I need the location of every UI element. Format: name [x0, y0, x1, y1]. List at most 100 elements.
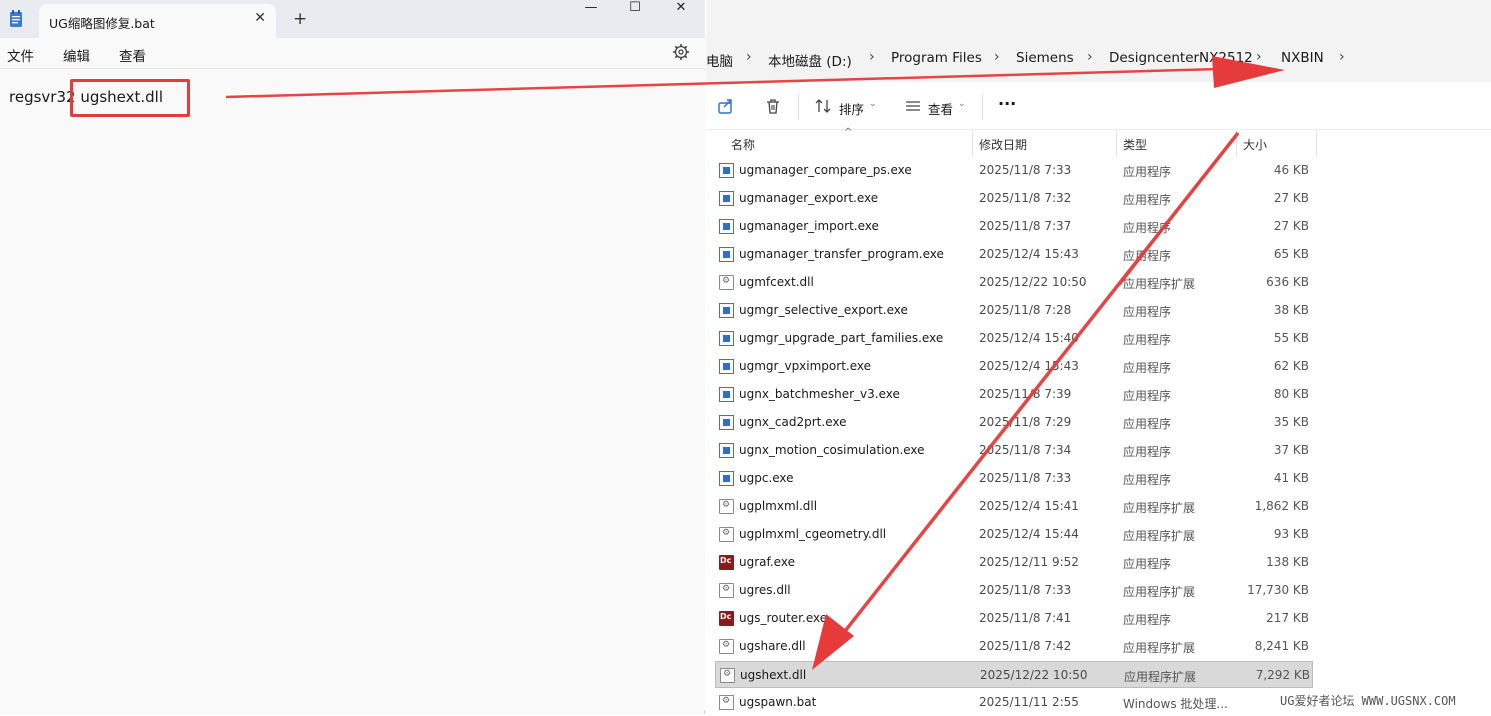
application-file-icon [719, 415, 734, 430]
file-date: 2025/11/8 7:33 [979, 471, 1072, 485]
table-row[interactable]: ugmanager_export.exe 2025/11/8 7:32 应用程序 27… [715, 185, 1313, 212]
annotation-highlight-box [70, 79, 190, 117]
file-date: 2025/11/11 2:55 [979, 695, 1079, 709]
column-divider[interactable] [972, 130, 973, 157]
file-explorer-window: 电脑 › 本地磁盘 (D:) › Program Files › Siemens… [706, 0, 1491, 714]
file-date: 2025/11/8 7:29 [979, 415, 1072, 429]
table-row[interactable]: ugnx_motion_cosimulation.exe 2025/11/8 7:… [715, 437, 1313, 464]
chevron-right-icon[interactable]: › [1087, 49, 1093, 65]
column-date[interactable]: 修改日期 [979, 136, 1027, 153]
watermark-text: UG爱好者论坛 WWW.UGSNX.COM [1280, 694, 1456, 708]
table-row[interactable]: ugnx_cad2prt.exe 2025/11/8 7:29 应用程序 35 KB [715, 409, 1313, 436]
file-type: 应用程序扩展 [1123, 585, 1196, 599]
chevron-right-icon[interactable]: › [746, 49, 752, 65]
table-row[interactable]: ugnx_batchmesher_v3.exe 2025/11/8 7:39 应用程… [715, 381, 1313, 408]
menu-file[interactable]: 文件 [7, 45, 34, 65]
breadcrumb: 电脑 › 本地磁盘 (D:) › Program Files › Siemens… [706, 38, 1491, 82]
explorer-toolbar: 排序 ⌄ 查看 ⌄ ··· [706, 82, 1491, 130]
file-type: 应用程序扩展 [1124, 670, 1197, 684]
more-options-button[interactable]: ··· [998, 94, 1016, 113]
file-date: 2025/11/8 7:39 [979, 387, 1072, 401]
file-type: Windows 批处理... [1123, 697, 1228, 711]
file-size: 65 KB [1273, 247, 1309, 261]
application-file-icon [719, 359, 734, 374]
table-row[interactable]: ugshext.dll 2025/12/22 10:50 应用程序扩展 7,292 K… [715, 661, 1313, 688]
file-size: 27 KB [1273, 219, 1309, 233]
column-divider[interactable] [1116, 130, 1117, 157]
chevron-right-icon[interactable]: › [1256, 49, 1262, 65]
file-date: 2025/12/22 10:50 [979, 275, 1087, 289]
file-date: 2025/12/11 9:52 [979, 555, 1079, 569]
chevron-down-icon[interactable]: ⌄ [869, 99, 877, 109]
maximize-icon[interactable]: ☐ [612, 0, 658, 20]
breadcrumb-nxbin[interactable]: NXBIN [1281, 50, 1324, 66]
file-type: 应用程序 [1123, 193, 1172, 207]
share-icon[interactable] [717, 97, 735, 115]
table-row[interactable]: ugmanager_transfer_program.exe 2025/12/4 … [715, 241, 1313, 268]
table-row[interactable]: ugraf.exe 2025/12/11 9:52 应用程序 138 KB [715, 549, 1313, 576]
breadcrumb-this-pc[interactable]: 电脑 [706, 50, 733, 70]
application-file-icon [719, 247, 734, 262]
column-type[interactable]: 类型 [1123, 136, 1147, 153]
table-row[interactable]: ugmanager_import.exe 2025/11/8 7:37 应用程序 27… [715, 213, 1313, 240]
chevron-down-icon[interactable]: ⌄ [958, 99, 966, 109]
file-name: ugmfcext.dll [739, 275, 814, 289]
column-size[interactable]: 大小 [1243, 136, 1267, 153]
minimize-icon[interactable]: — [568, 0, 614, 20]
table-row[interactable]: ugmanager_compare_ps.exe 2025/11/8 7:33 应用… [715, 157, 1313, 184]
file-name: ugmanager_export.exe [739, 191, 879, 205]
text-editor[interactable]: regsvr32 ugshext.dll [0, 70, 705, 710]
delete-icon[interactable] [764, 97, 782, 115]
breadcrumb-designcenter[interactable]: DesigncenterNX2512 [1109, 50, 1253, 66]
file-name: ugplmxml.dll [739, 499, 818, 513]
chevron-right-icon[interactable]: › [1339, 49, 1345, 65]
sort-icon[interactable] [814, 97, 832, 115]
column-name[interactable]: 名称 [731, 136, 755, 153]
view-button[interactable]: 查看 [928, 99, 953, 118]
breadcrumb-siemens[interactable]: Siemens [1016, 50, 1074, 66]
table-row[interactable]: ugmgr_vpximport.exe 2025/12/4 15:43 应用程序 62… [715, 353, 1313, 380]
toolbar-divider [982, 94, 983, 120]
tab-document[interactable]: UG缩略图修复.bat ✕ [39, 4, 276, 38]
table-row[interactable]: ugmgr_upgrade_part_families.exe 2025/12/4… [715, 325, 1313, 352]
chevron-right-icon[interactable]: › [994, 49, 1000, 65]
table-row[interactable]: ugpc.exe 2025/11/8 7:33 应用程序 41 KB [715, 465, 1313, 492]
close-icon[interactable]: ✕ [254, 10, 266, 26]
table-row[interactable]: ugres.dll 2025/11/8 7:33 应用程序扩展 17,730 KB [715, 577, 1313, 604]
sort-button[interactable]: 排序 [839, 99, 864, 118]
view-icon[interactable] [904, 97, 922, 115]
application-file-icon [719, 471, 734, 486]
file-date: 2025/12/4 15:43 [979, 247, 1079, 261]
application-file-icon [719, 443, 734, 458]
file-size: 38 KB [1273, 303, 1309, 317]
plus-icon[interactable]: + [293, 9, 307, 29]
file-type: 应用程序 [1123, 333, 1172, 347]
dll-file-icon [719, 527, 734, 542]
column-divider[interactable] [1316, 130, 1317, 157]
window-close-icon[interactable]: ✕ [658, 0, 704, 20]
dll-file-icon [720, 668, 735, 683]
table-row[interactable]: ugplmxml.dll 2025/12/4 15:41 应用程序扩展 1,862 K… [715, 493, 1313, 520]
chevron-right-icon[interactable]: › [869, 49, 875, 65]
dll-file-icon [719, 639, 734, 654]
table-row[interactable]: ugmfcext.dll 2025/12/22 10:50 应用程序扩展 636 KB [715, 269, 1313, 296]
table-row[interactable]: ugshare.dll 2025/11/8 7:42 应用程序扩展 8,241 KB [715, 633, 1313, 660]
file-name: ugmgr_vpximport.exe [739, 359, 872, 373]
table-row[interactable]: ugs_router.exe 2025/11/8 7:41 应用程序 217 KB [715, 605, 1313, 632]
file-date: 2025/12/4 15:43 [979, 359, 1079, 373]
file-name: ugnx_cad2prt.exe [739, 415, 847, 429]
file-size: 55 KB [1273, 331, 1309, 345]
table-row[interactable]: ugplmxml_cgeometry.dll 2025/12/4 15:44 应用程… [715, 521, 1313, 548]
application-file-icon [719, 191, 734, 206]
file-date: 2025/11/8 7:42 [979, 639, 1072, 653]
file-size: 93 KB [1273, 527, 1309, 541]
breadcrumb-local-disk[interactable]: 本地磁盘 (D:) [768, 50, 852, 70]
table-row[interactable]: ugspawn.bat 2025/11/11 2:55 Windows 批处理... [715, 689, 1313, 716]
column-divider[interactable] [1236, 130, 1237, 157]
menu-edit[interactable]: 编辑 [63, 45, 90, 65]
breadcrumb-program-files[interactable]: Program Files [891, 50, 982, 66]
menu-view[interactable]: 查看 [119, 45, 146, 65]
gear-icon[interactable] [672, 43, 690, 61]
file-name: ugshext.dll [740, 668, 807, 682]
table-row[interactable]: ugmgr_selective_export.exe 2025/11/8 7:28… [715, 297, 1313, 324]
